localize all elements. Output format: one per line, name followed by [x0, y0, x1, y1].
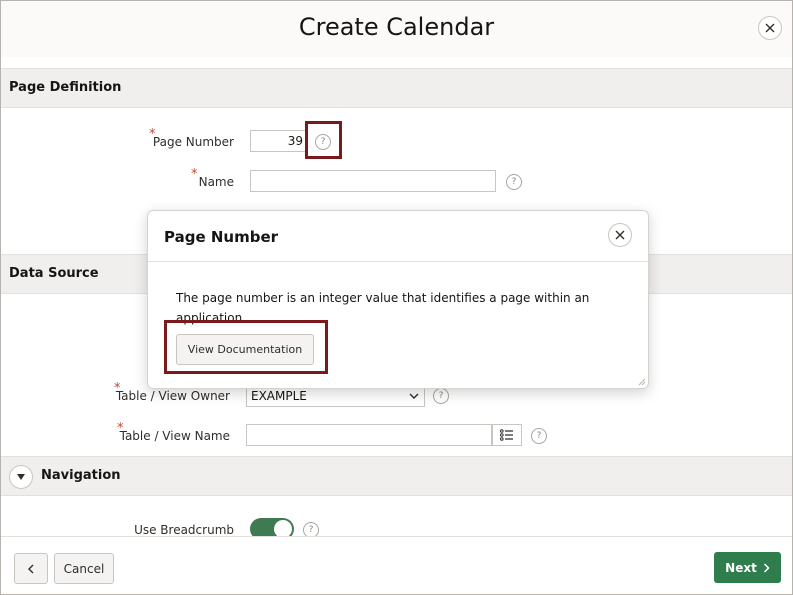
next-button[interactable]: Next — [714, 552, 781, 583]
table-view-name-input[interactable] — [246, 424, 492, 446]
page-number-input[interactable] — [250, 130, 308, 152]
close-icon — [765, 23, 775, 33]
name-help-icon[interactable]: ? — [506, 174, 522, 190]
required-icon: * — [191, 167, 198, 182]
help-icon-highlight — [305, 121, 342, 159]
table-view-name-label: Table / View Name — [119, 429, 230, 443]
resize-handle-icon[interactable] — [638, 378, 646, 386]
next-button-label: Next — [725, 560, 757, 575]
switch-knob — [274, 520, 292, 536]
collapse-toggle-button[interactable] — [9, 465, 33, 489]
dialog-header: Create Calendar — [1, 1, 792, 57]
help-popup-title: Page Number — [164, 228, 279, 246]
help-popup-header: Page Number — [148, 211, 648, 262]
name-label: Name — [198, 175, 234, 189]
help-popup-close-button[interactable] — [608, 223, 632, 247]
dialog-close-button[interactable] — [758, 16, 782, 40]
help-popup: Page Number The page number is an intege… — [147, 210, 649, 389]
use-breadcrumb-switch[interactable] — [250, 518, 294, 536]
table-view-owner-value: EXAMPLE — [251, 389, 307, 403]
table-view-name-help-icon[interactable]: ? — [531, 428, 547, 444]
close-icon — [615, 230, 625, 240]
cancel-button[interactable]: Cancel — [54, 553, 114, 584]
section-title: Data Source — [9, 266, 99, 281]
create-calendar-dialog: Create Calendar Page Definition * Page N… — [0, 0, 793, 595]
name-input[interactable] — [250, 170, 496, 192]
dialog-body[interactable]: Page Definition * Page Number ? * Name ?… — [1, 57, 792, 536]
triangle-down-icon — [17, 474, 25, 480]
section-title: Page Definition — [9, 80, 122, 95]
chevron-down-icon — [409, 393, 419, 399]
list-icon — [500, 429, 513, 441]
previous-button[interactable] — [14, 553, 48, 584]
chevron-right-icon — [763, 562, 770, 573]
dialog-footer: Cancel Next — [1, 536, 792, 594]
section-navigation: Navigation — [1, 456, 792, 496]
table-view-owner-label: Table / View Owner — [115, 389, 230, 403]
chevron-left-icon — [28, 564, 34, 573]
page-number-label: Page Number — [152, 135, 234, 149]
section-title: Navigation — [41, 468, 121, 483]
list-popup-button[interactable] — [492, 424, 522, 446]
use-breadcrumb-help-icon[interactable]: ? — [303, 522, 319, 536]
dialog-title: Create Calendar — [298, 13, 495, 41]
button-highlight — [164, 320, 328, 374]
section-page-definition: Page Definition — [1, 68, 792, 108]
use-breadcrumb-label: Use Breadcrumb — [134, 523, 234, 536]
table-view-owner-help-icon[interactable]: ? — [433, 388, 449, 404]
